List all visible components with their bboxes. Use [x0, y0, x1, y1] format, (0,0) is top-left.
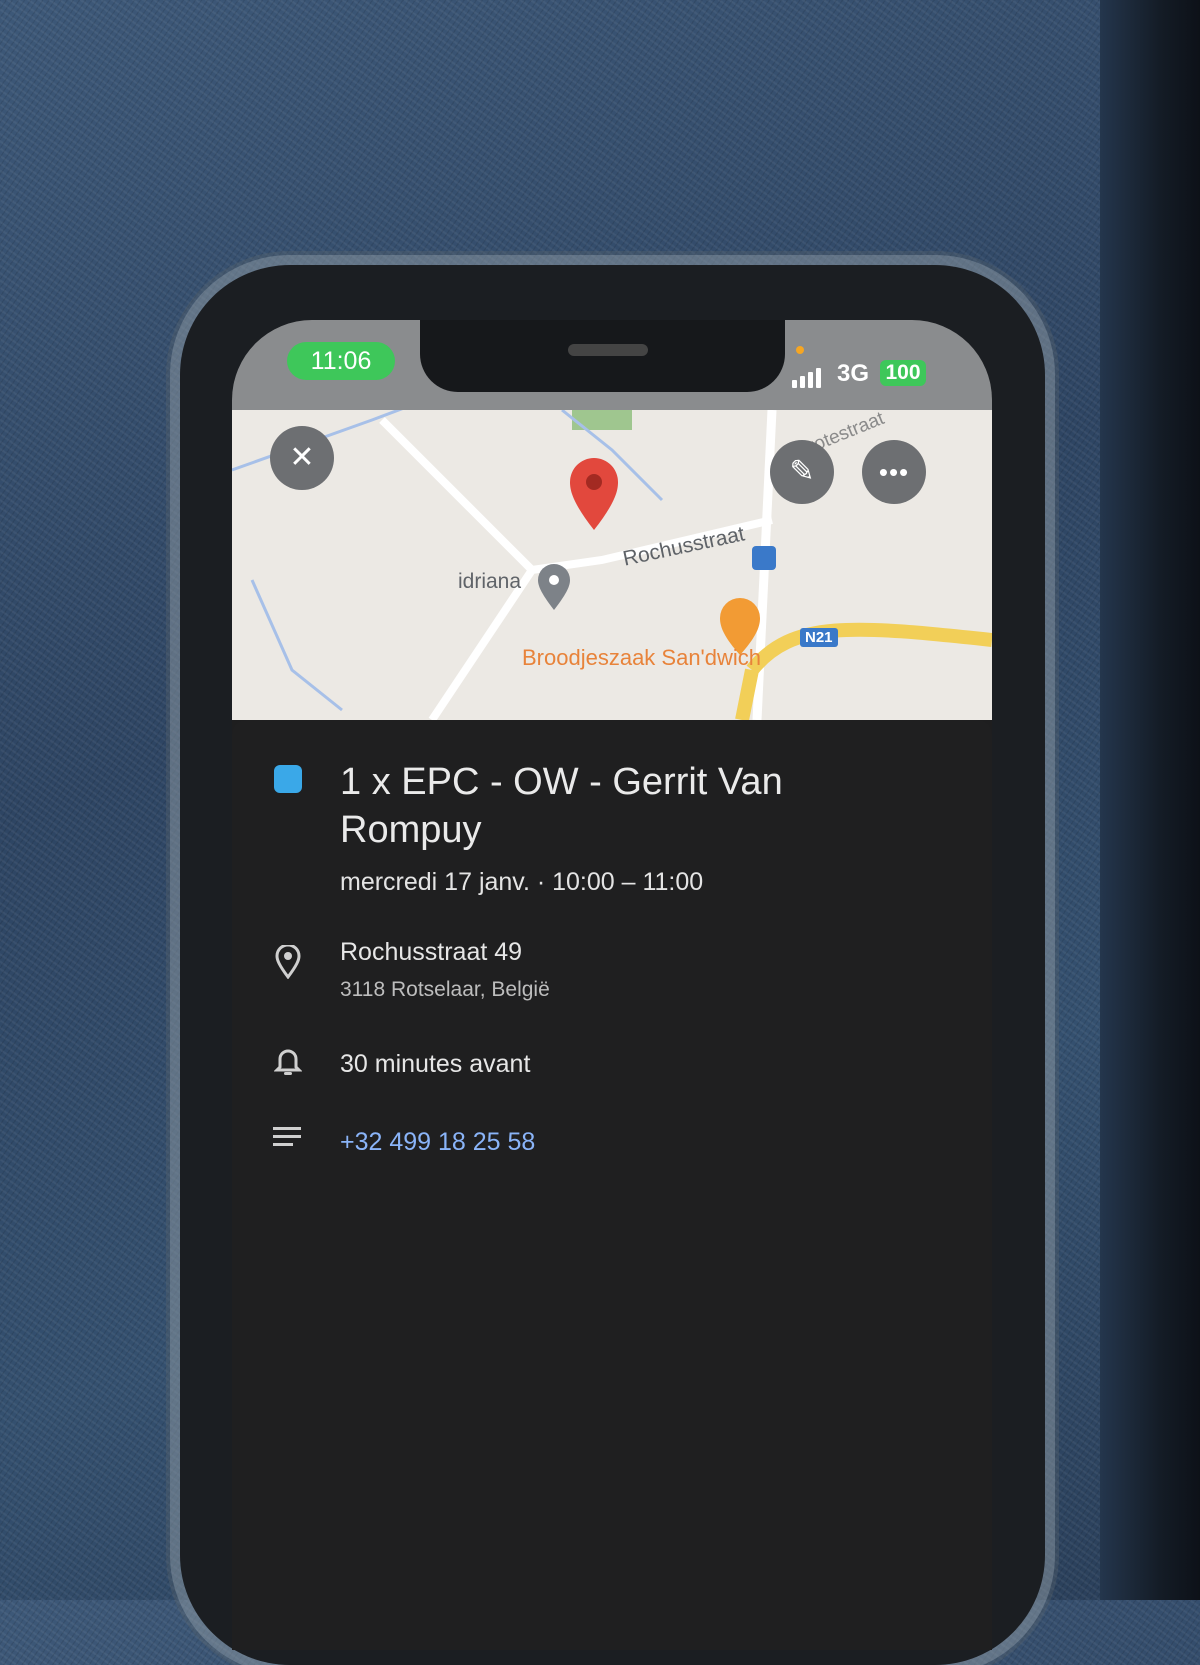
- status-bar: 11:06 3G 100: [232, 320, 992, 410]
- location-map[interactable]: idriana Rochusstraat Grotestraat Broodje…: [232, 410, 992, 720]
- phone-screen: 11:06 3G 100 idriana Rochusstraat Grotes…: [232, 320, 992, 1650]
- event-title: 1 x EPC - OW - Gerrit Van Rompuy: [340, 761, 783, 851]
- more-options-button[interactable]: •••: [862, 440, 926, 504]
- more-icon: •••: [878, 457, 910, 487]
- description-lines-icon: [272, 1125, 304, 1154]
- location-pin-icon: [272, 943, 304, 984]
- close-icon: ✕: [289, 441, 315, 474]
- signal-bars-icon: [792, 368, 821, 388]
- privacy-indicator-dot: [796, 346, 804, 354]
- status-time: 11:06: [287, 342, 395, 380]
- event-address-line2[interactable]: 3118 Rotselaar, België: [340, 978, 550, 1002]
- network-type: 3G: [837, 360, 870, 387]
- bus-stop-icon: [752, 546, 776, 570]
- event-details-sheet: 1 x EPC - OW - Gerrit Van Rompuy mercred…: [232, 720, 992, 1650]
- event-color-chip: [274, 765, 302, 793]
- car-seat-edge: [1100, 0, 1200, 1600]
- edit-button[interactable]: ✎: [770, 440, 834, 504]
- bell-icon: [272, 1045, 304, 1082]
- earpiece-speaker: [568, 344, 648, 356]
- event-address-line1[interactable]: Rochusstraat 49: [340, 938, 522, 967]
- close-button[interactable]: ✕: [270, 426, 334, 490]
- pencil-icon: ✎: [789, 455, 815, 488]
- event-datetime: mercredi 17 janv. · 10:00 – 11:00: [340, 868, 704, 896]
- event-reminder: 30 minutes avant: [340, 1050, 531, 1078]
- battery-indicator: 100: [880, 360, 926, 386]
- road-badge: N21: [800, 628, 838, 647]
- map-label-restaurant[interactable]: Broodjeszaak San'dwich: [522, 645, 761, 671]
- grey-map-pin-icon: [538, 564, 570, 610]
- red-map-pin-icon: [570, 458, 618, 530]
- map-label-place: idriana: [458, 570, 522, 593]
- phone-device: 11:06 3G 100 idriana Rochusstraat Grotes…: [180, 265, 1045, 1665]
- notch: [420, 320, 785, 392]
- event-description-phone-link[interactable]: +32 499 18 25 58: [340, 1128, 535, 1157]
